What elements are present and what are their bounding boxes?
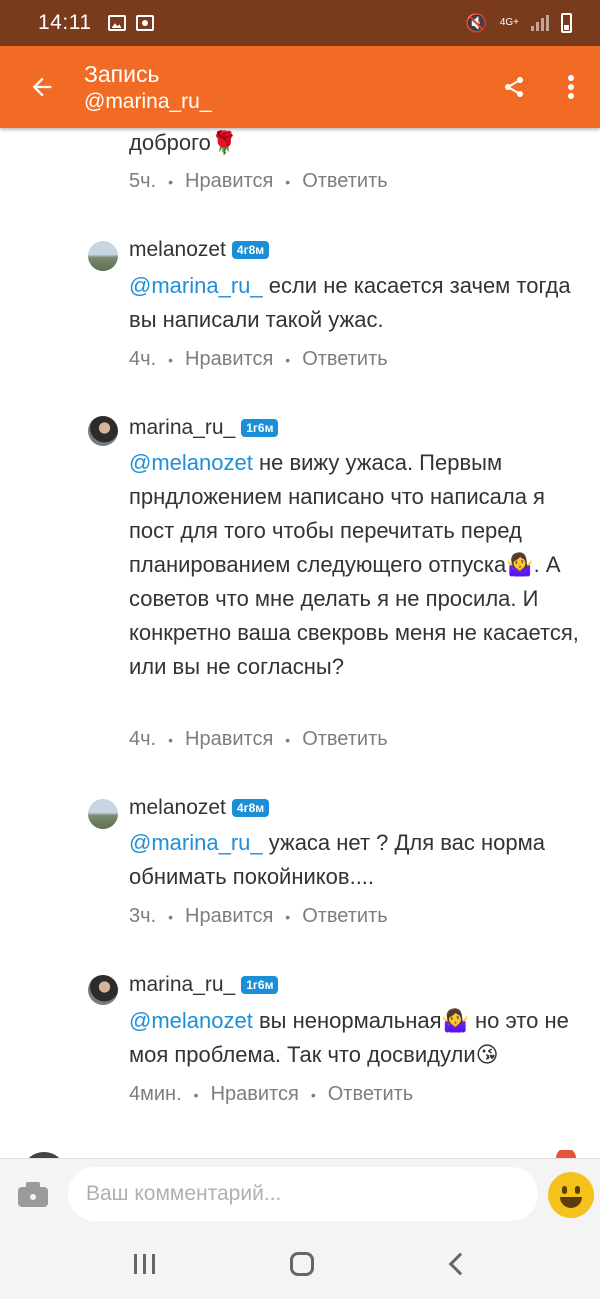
battery-icon bbox=[561, 13, 572, 33]
avatar[interactable] bbox=[88, 241, 118, 271]
comment-actions: 3ч. • Нравится • Ответить bbox=[129, 905, 388, 928]
page-subtitle: @marina_ru_ bbox=[84, 90, 212, 113]
comment-author[interactable]: melanozet bbox=[129, 238, 226, 262]
screen-record-icon bbox=[135, 15, 154, 31]
like-button[interactable]: Нравится bbox=[211, 1083, 299, 1106]
comment-text: @marina_ru_ если не касается зачем тогда… bbox=[129, 273, 571, 332]
comment-header: marina_ru_ 1г6м bbox=[129, 416, 279, 440]
reply-button[interactable]: Ответить bbox=[302, 905, 388, 928]
status-bar: 14:11 🔇 4G+ bbox=[0, 0, 600, 46]
comment-actions: 4ч. • Нравится • Ответить bbox=[129, 728, 388, 751]
comment-time: 4ч. bbox=[129, 728, 157, 750]
avatar[interactable] bbox=[88, 975, 118, 1005]
back-arrow-icon bbox=[32, 77, 52, 97]
reply-button[interactable]: Ответить bbox=[302, 728, 388, 751]
mention-link[interactable]: @melanozet bbox=[129, 450, 253, 475]
comment-header: marina_ru_ 1г6м bbox=[129, 973, 279, 997]
app-bar-titles: Запись @marina_ru_ bbox=[84, 58, 486, 116]
comment-text: доброго🌹 bbox=[129, 130, 239, 155]
comment-text: @marina_ru_ ужаса нет ? Для вас норма об… bbox=[129, 830, 546, 889]
comment-text: @melanozet не вижу ужаса. Первым прндлож… bbox=[129, 450, 579, 679]
mention-link[interactable]: @marina_ru_ bbox=[129, 273, 263, 298]
mention-link[interactable]: @marina_ru_ bbox=[129, 830, 263, 855]
signal-icon bbox=[531, 15, 549, 31]
comment-header: melanozet 4г8м bbox=[129, 796, 270, 820]
comment-actions: 4ч. • Нравится • Ответить bbox=[129, 348, 388, 371]
app-bar: Запись @marina_ru_ bbox=[0, 46, 600, 128]
network-label: 4G+ bbox=[499, 17, 519, 28]
emoji-smile-icon[interactable] bbox=[548, 1172, 594, 1218]
comment-author[interactable]: marina_ru_ bbox=[129, 973, 235, 997]
like-button[interactable]: Нравится bbox=[185, 728, 273, 751]
status-time: 14:11 bbox=[38, 11, 92, 34]
comment-input-bar bbox=[0, 1158, 600, 1230]
comment-author[interactable]: melanozet bbox=[129, 796, 226, 820]
comment-text: @melanozet вы ненормальная🤷‍♀️ но это не… bbox=[129, 1008, 569, 1067]
avatar[interactable] bbox=[88, 799, 118, 829]
reply-button[interactable]: Ответить bbox=[302, 348, 388, 371]
comment-time: 5ч. bbox=[129, 170, 157, 192]
like-button[interactable]: Нравится bbox=[185, 905, 273, 928]
reply-button[interactable]: Ответить bbox=[302, 170, 388, 193]
system-nav-bar bbox=[0, 1230, 600, 1299]
like-button[interactable]: Нравится bbox=[185, 170, 273, 193]
user-badge: 4г8м bbox=[231, 799, 270, 817]
comment-feed[interactable]: доброго🌹 5ч. • Нравится • Ответить melan… bbox=[0, 128, 600, 1158]
more-button[interactable] bbox=[542, 46, 600, 128]
back-button[interactable] bbox=[0, 46, 84, 128]
comment-author[interactable]: marina_ru_ bbox=[129, 416, 235, 440]
like-button[interactable]: Нравится bbox=[185, 348, 273, 371]
home-icon[interactable] bbox=[290, 1252, 314, 1276]
mute-icon: 🔇 bbox=[465, 12, 488, 33]
reply-button[interactable]: Ответить bbox=[328, 1083, 414, 1106]
page-title: Запись bbox=[84, 61, 160, 87]
comment-actions: 4мин. • Нравится • Ответить bbox=[129, 1083, 414, 1106]
comment-actions: 5ч. • Нравится • Ответить bbox=[129, 170, 388, 193]
user-badge: 1г6м bbox=[241, 419, 279, 437]
mention-link[interactable]: @melanozet bbox=[129, 1008, 253, 1033]
avatar[interactable] bbox=[88, 416, 118, 446]
comment-input[interactable] bbox=[68, 1167, 538, 1221]
gallery-icon bbox=[107, 15, 126, 31]
share-icon bbox=[505, 77, 523, 97]
share-button[interactable] bbox=[486, 46, 542, 128]
comment-time: 3ч. bbox=[129, 905, 157, 927]
recents-icon[interactable] bbox=[134, 1254, 155, 1274]
comment-time: 4ч. bbox=[129, 348, 157, 370]
back-icon[interactable] bbox=[448, 1252, 472, 1276]
comment-time: 4мин. bbox=[129, 1083, 182, 1105]
more-vert-icon bbox=[568, 75, 574, 99]
comment-header: melanozet 4г8м bbox=[129, 238, 270, 262]
user-badge: 4г8м bbox=[231, 241, 270, 259]
camera-icon[interactable] bbox=[18, 1181, 48, 1207]
user-badge: 1г6м bbox=[241, 976, 279, 994]
